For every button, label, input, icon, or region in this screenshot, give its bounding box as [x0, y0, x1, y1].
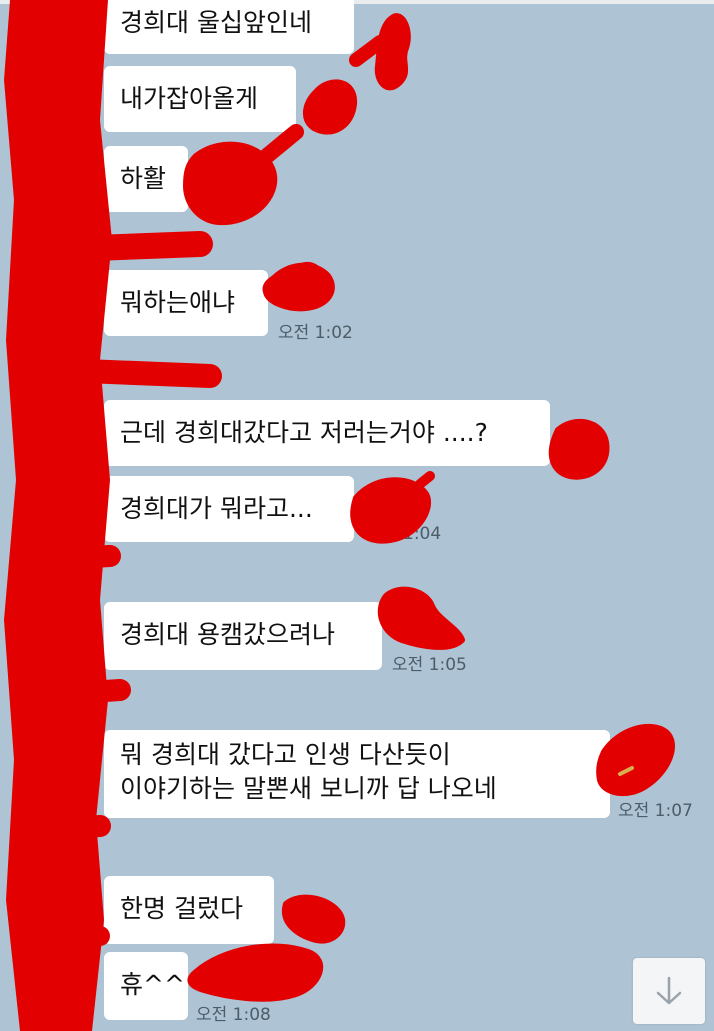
message-time: 오전 1:08: [196, 1005, 271, 1025]
message-bubble[interactable]: 내가잡아올게: [104, 66, 296, 132]
message-bubble[interactable]: 경희대 울십앞인네: [104, 0, 354, 54]
chat-area[interactable]: 경희대 울십앞인네 내가잡아올게 하활 뭐하는애냐 오전 1:02 근데 경희대…: [0, 0, 714, 1031]
arrow-down-icon: [656, 976, 682, 1005]
message-bubble[interactable]: 뭐하는애냐: [104, 270, 268, 336]
message-bubble[interactable]: 근데 경희대갔다고 저러는거야 ....?: [104, 400, 550, 466]
message-bubble[interactable]: 경희대가 뭐라고...: [104, 476, 354, 542]
message-time: 1:04: [403, 524, 442, 544]
message-bubble[interactable]: 경희대 용캠갔으려나: [104, 602, 382, 670]
message-time: 오전 1:02: [278, 323, 353, 343]
scroll-to-bottom-button[interactable]: [633, 958, 705, 1024]
message-time: 오전 1:07: [618, 801, 693, 821]
message-time: 오전 1:05: [392, 655, 467, 675]
message-bubble[interactable]: 뭐 경희대 갔다고 인생 다산듯이 이야기하는 말뽄새 보니까 답 나오네: [104, 730, 610, 818]
message-bubble[interactable]: 하활: [104, 146, 188, 212]
message-bubble[interactable]: 휴^^: [104, 952, 188, 1020]
message-bubble[interactable]: 한명 걸렀다: [104, 876, 274, 944]
